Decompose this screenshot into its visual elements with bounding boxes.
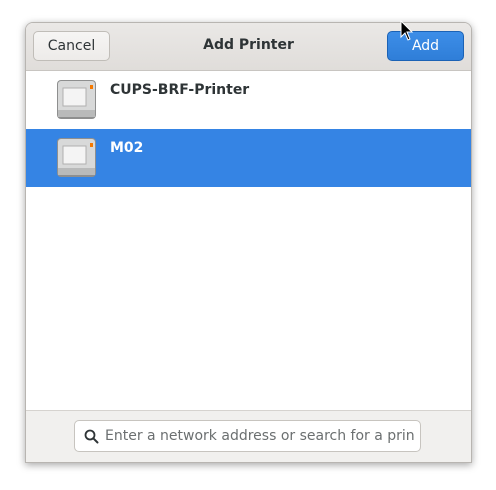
printer-icon — [57, 80, 96, 119]
printer-name: CUPS-BRF-Printer — [110, 82, 250, 98]
search-input[interactable] — [105, 421, 415, 451]
printer-row[interactable]: CUPS-BRF-Printer — [26, 71, 471, 129]
add-printer-dialog: Cancel Add Printer Add CUPS-BRF-Printer — [25, 22, 472, 463]
printer-name: M02 — [110, 140, 144, 156]
search-box[interactable] — [74, 420, 421, 452]
search-icon — [84, 429, 99, 444]
printer-row-selected[interactable]: M02 — [26, 129, 471, 187]
printer-list: CUPS-BRF-Printer M02 — [26, 71, 471, 410]
add-button[interactable]: Add — [387, 31, 464, 61]
printer-icon — [57, 138, 96, 177]
mouse-pointer-icon — [400, 20, 414, 41]
search-footer — [26, 410, 471, 462]
